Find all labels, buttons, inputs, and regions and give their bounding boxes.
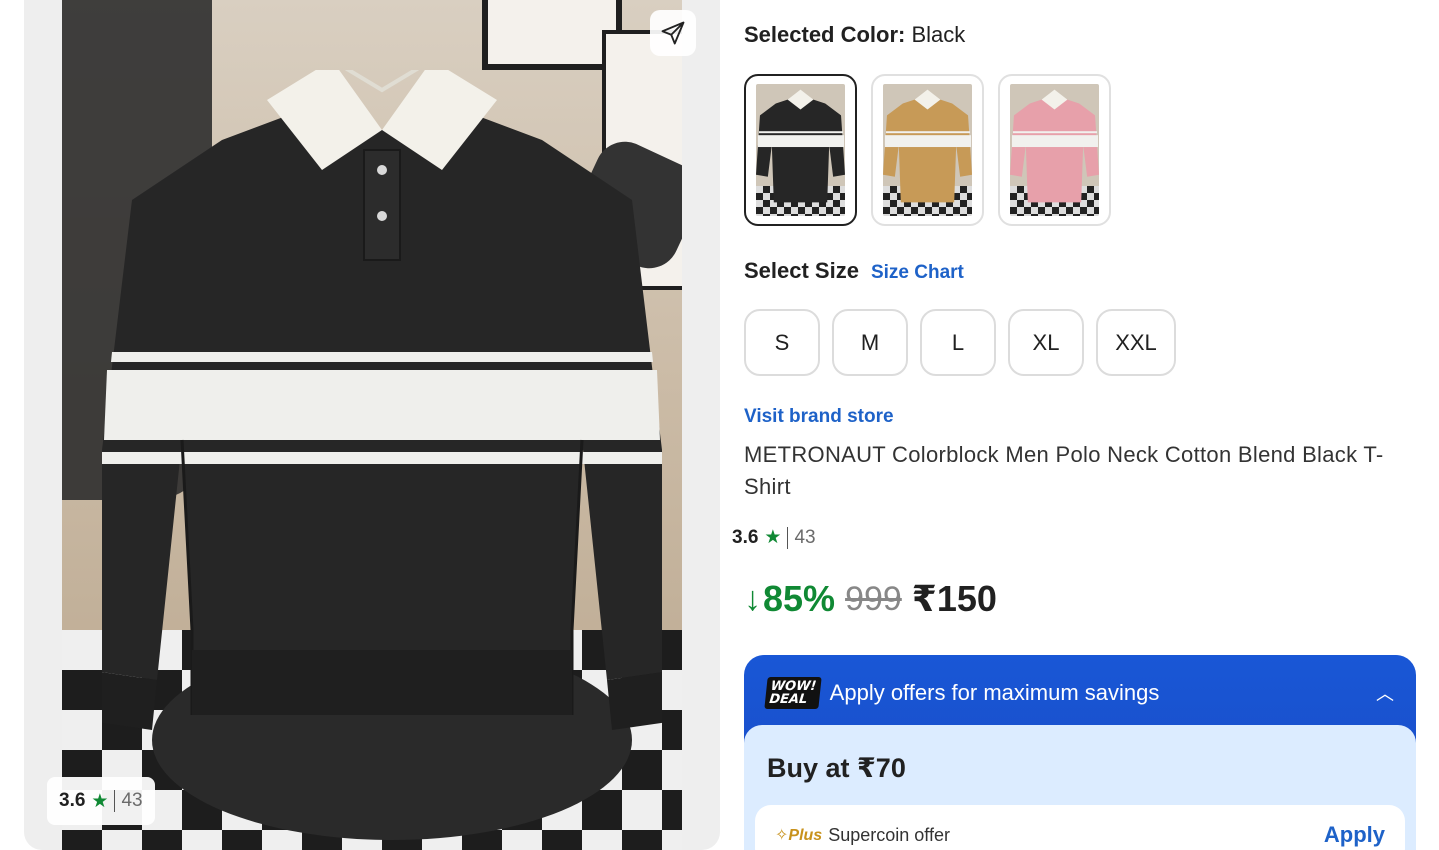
size-header: Select Size Size Chart [744,258,964,284]
product-rating[interactable]: 3.6 ★ 43 [732,526,816,549]
offers-header[interactable]: WOW! DEAL Apply offers for maximum saving… [744,655,1416,731]
size-button-m[interactable]: M [832,309,908,376]
plus-diamond-icon: ✧ [775,827,789,844]
visit-brand-store-link[interactable]: Visit brand store [744,406,894,428]
background-frame [482,0,622,70]
offers-body: Buy at ₹70 ✧Plus Supercoin offer Apply [744,725,1416,850]
product-title: METRONAUT Colorblock Men Polo Neck Cotto… [744,442,1384,499]
arrow-down-icon: ↓ [744,579,761,618]
price-row: ↓ 85% 999 ₹150 [744,578,997,620]
swatch-image [1010,84,1099,216]
size-button-s[interactable]: S [744,309,820,376]
rating-count: 43 [121,790,143,811]
send-icon [661,21,685,45]
discount-percent: ↓ 85% [744,578,835,620]
plus-badge: ✧Plus [775,825,822,845]
selected-color-value: Black [911,22,966,47]
star-icon: ★ [764,527,782,548]
supercoin-offer-label: Supercoin offer [828,824,950,845]
supercoin-offer-card: ✧Plus Supercoin offer Apply [755,805,1405,850]
size-button-xxl[interactable]: XXL [1096,309,1176,376]
rating-count: 43 [794,526,816,548]
product-image-panel: 3.6 ★ 43 [24,0,720,850]
chevron-up-icon[interactable]: ︿ [1376,680,1394,706]
rating-value: 3.6 [732,526,759,548]
original-price: 999 [845,579,902,618]
share-button[interactable] [650,10,696,56]
discount-value: 85% [763,578,836,619]
color-swatch-mustard[interactable] [871,74,984,226]
select-size-label: Select Size [744,258,859,283]
size-button-xl[interactable]: XL [1008,309,1084,376]
wow-deal-badge: WOW! DEAL [764,677,822,709]
selling-price: ₹150 [911,578,997,619]
size-chart-link[interactable]: Size Chart [871,262,964,284]
divider [114,790,116,812]
swatch-image [756,84,845,216]
star-icon: ★ [91,790,109,812]
rating-value: 3.6 [59,790,86,811]
selected-color-label: Selected Color: [744,22,906,47]
offers-title: Apply offers for maximum savings [829,680,1160,705]
color-swatches [744,74,1111,226]
plus-label: Plus [788,827,823,844]
color-swatch-pink[interactable] [998,74,1111,226]
selected-color: Selected Color: Black [744,22,965,48]
size-button-l[interactable]: L [920,309,996,376]
buy-at-price: Buy at ₹70 [767,753,906,783]
size-options: S M L XL XXL [744,309,1176,376]
color-swatch-black[interactable] [744,74,857,226]
divider [787,526,789,549]
offers-panel: WOW! DEAL Apply offers for maximum saving… [744,655,1416,850]
apply-offer-button[interactable]: Apply [1324,822,1385,848]
product-photo[interactable] [62,0,682,850]
polo-shirt-image [102,70,662,730]
swatch-image [883,84,972,216]
image-rating-badge: 3.6 ★ 43 [47,777,155,825]
